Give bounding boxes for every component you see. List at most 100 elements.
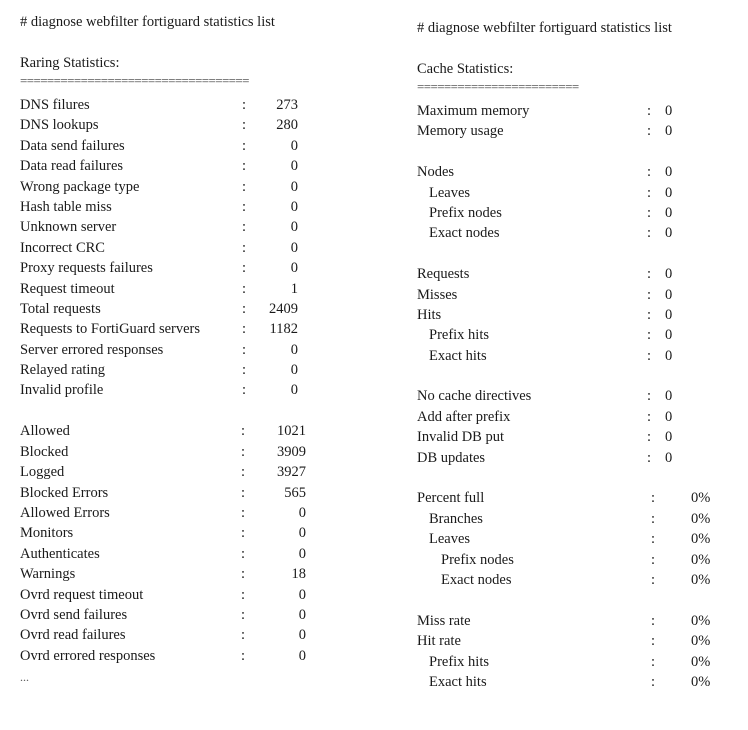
stat-label: DB updates <box>417 449 486 466</box>
stat-row: No cache directives:0 <box>417 386 737 406</box>
stat-value: 0 <box>290 362 298 379</box>
stat-label: Data read failures <box>20 158 124 175</box>
stat-value: 0 <box>665 429 673 446</box>
stat-label: Unknown server <box>20 219 117 236</box>
stat-row: Prefix nodes:0 <box>417 203 737 223</box>
separator: : <box>242 321 247 338</box>
separator: : <box>647 164 652 181</box>
stat-label: Allowed Errors <box>20 504 110 521</box>
stat-value: 0 <box>290 382 298 399</box>
stat-row: Leaves: 0% <box>417 529 737 549</box>
separator: : <box>242 97 247 113</box>
stat-label: Prefix nodes <box>429 204 502 221</box>
stat-label: DNS filures <box>20 97 90 113</box>
stat-value: 3909 <box>277 443 306 460</box>
separator: : <box>242 137 247 154</box>
separator: : <box>242 341 247 358</box>
stat-label: Proxy requests failures <box>20 260 153 277</box>
stat-value: 0% <box>691 612 711 629</box>
separator: : <box>651 633 656 650</box>
stat-value: 0 <box>298 545 306 562</box>
stat-value: 0 <box>290 178 298 195</box>
separator: : <box>651 490 656 507</box>
stat-label: Maximum memory <box>417 103 530 119</box>
stat-label: Requests to FortiGuard servers <box>20 321 201 338</box>
stat-value: 273 <box>276 97 298 113</box>
stat-label: Hash table miss <box>20 198 112 215</box>
separator: : <box>647 429 652 446</box>
stat-row: Ovrd request timeout: 0 <box>20 585 350 605</box>
stat-row: Exact hits:0 <box>417 346 737 366</box>
stat-value: 0 <box>665 327 673 344</box>
separator: : <box>647 266 652 283</box>
separator: : <box>647 204 652 221</box>
stat-row: Hits:0 <box>417 305 737 325</box>
stat-value: 0 <box>665 225 673 242</box>
stat-value: 1182 <box>269 321 298 338</box>
stat-value: 0 <box>290 341 298 358</box>
stat-row: Leaves:0 <box>417 183 737 203</box>
command-line: # diagnose webfilter fortiguard statisti… <box>417 20 672 36</box>
separator: : <box>241 566 246 583</box>
stat-row: Exact hits: 0% <box>417 672 737 692</box>
separator: : <box>647 347 652 364</box>
stat-value: 280 <box>276 117 298 134</box>
separator: : <box>651 673 656 690</box>
stat-row: Total requests: 2409 <box>20 299 350 319</box>
stat-value: 0 <box>665 306 673 323</box>
stat-label: Branches <box>429 510 483 527</box>
stat-value: 0 <box>290 158 298 175</box>
stat-label: Requests <box>417 266 470 283</box>
separator: : <box>651 653 656 670</box>
separator: : <box>242 362 247 379</box>
stat-label: DNS lookups <box>20 117 99 134</box>
stat-row: Misses:0 <box>417 285 737 305</box>
stat-value: 2409 <box>269 300 298 317</box>
separator: : <box>241 484 246 501</box>
stat-label: Nodes <box>417 164 455 181</box>
separator: : <box>651 510 656 527</box>
separator: : <box>242 239 247 256</box>
stat-value: 0 <box>298 586 306 603</box>
stat-label: Prefix hits <box>429 653 490 670</box>
stat-value: 0% <box>691 510 711 527</box>
heading-underline: ======================== <box>417 82 579 92</box>
stat-label: Blocked <box>20 443 69 460</box>
separator: : <box>647 388 652 405</box>
stat-label: Leaves <box>429 531 471 548</box>
stat-row: Incorrect CRC: 0 <box>20 238 350 258</box>
stat-row: Blocked Errors: 565 <box>20 483 350 503</box>
stat-value: 0% <box>691 551 711 568</box>
section-heading: Raring Statistics: <box>20 55 120 71</box>
stat-label: Misses <box>417 286 458 303</box>
stat-label: Ovrd send failures <box>20 606 128 623</box>
rating-stats-list: DNS filures: 273 DNS lookups: 280 Data send … <box>20 95 350 401</box>
command-line: # diagnose webfilter fortiguard statisti… <box>20 14 275 30</box>
stat-label: Allowed <box>20 423 70 440</box>
stat-row: DNS lookups: 280 <box>20 115 350 135</box>
stat-row: Nodes:0 <box>417 162 737 182</box>
separator: : <box>651 571 656 588</box>
cache-stats-list: Maximum memory:0 Memory usage:0 Nodes:0 Lea… <box>417 101 737 692</box>
stat-value: 3927 <box>277 464 306 481</box>
stat-label: Total requests <box>20 300 101 317</box>
stat-value: 0% <box>691 653 711 670</box>
stat-row: Exact nodes: 0% <box>417 570 737 590</box>
stat-value: 0 <box>665 204 673 221</box>
stat-label: Prefix hits <box>429 327 490 344</box>
stat-row: Hit rate: 0% <box>417 631 737 651</box>
separator: : <box>241 423 246 440</box>
rating-results-list: Allowed: 1021 Blocked: 3909 Logged: 3927 Block… <box>20 421 350 666</box>
stat-row: Request timeout: 1 <box>20 279 350 299</box>
stat-label: Data send failures <box>20 137 125 154</box>
stat-value: 565 <box>284 484 306 501</box>
stat-value: 0 <box>298 525 306 542</box>
separator: : <box>651 531 656 548</box>
separator: : <box>647 306 652 323</box>
stat-row: Branches: 0% <box>417 509 737 529</box>
stat-row: Allowed Errors: 0 <box>20 503 350 523</box>
stat-value: 0 <box>665 103 673 119</box>
separator: : <box>241 464 246 481</box>
